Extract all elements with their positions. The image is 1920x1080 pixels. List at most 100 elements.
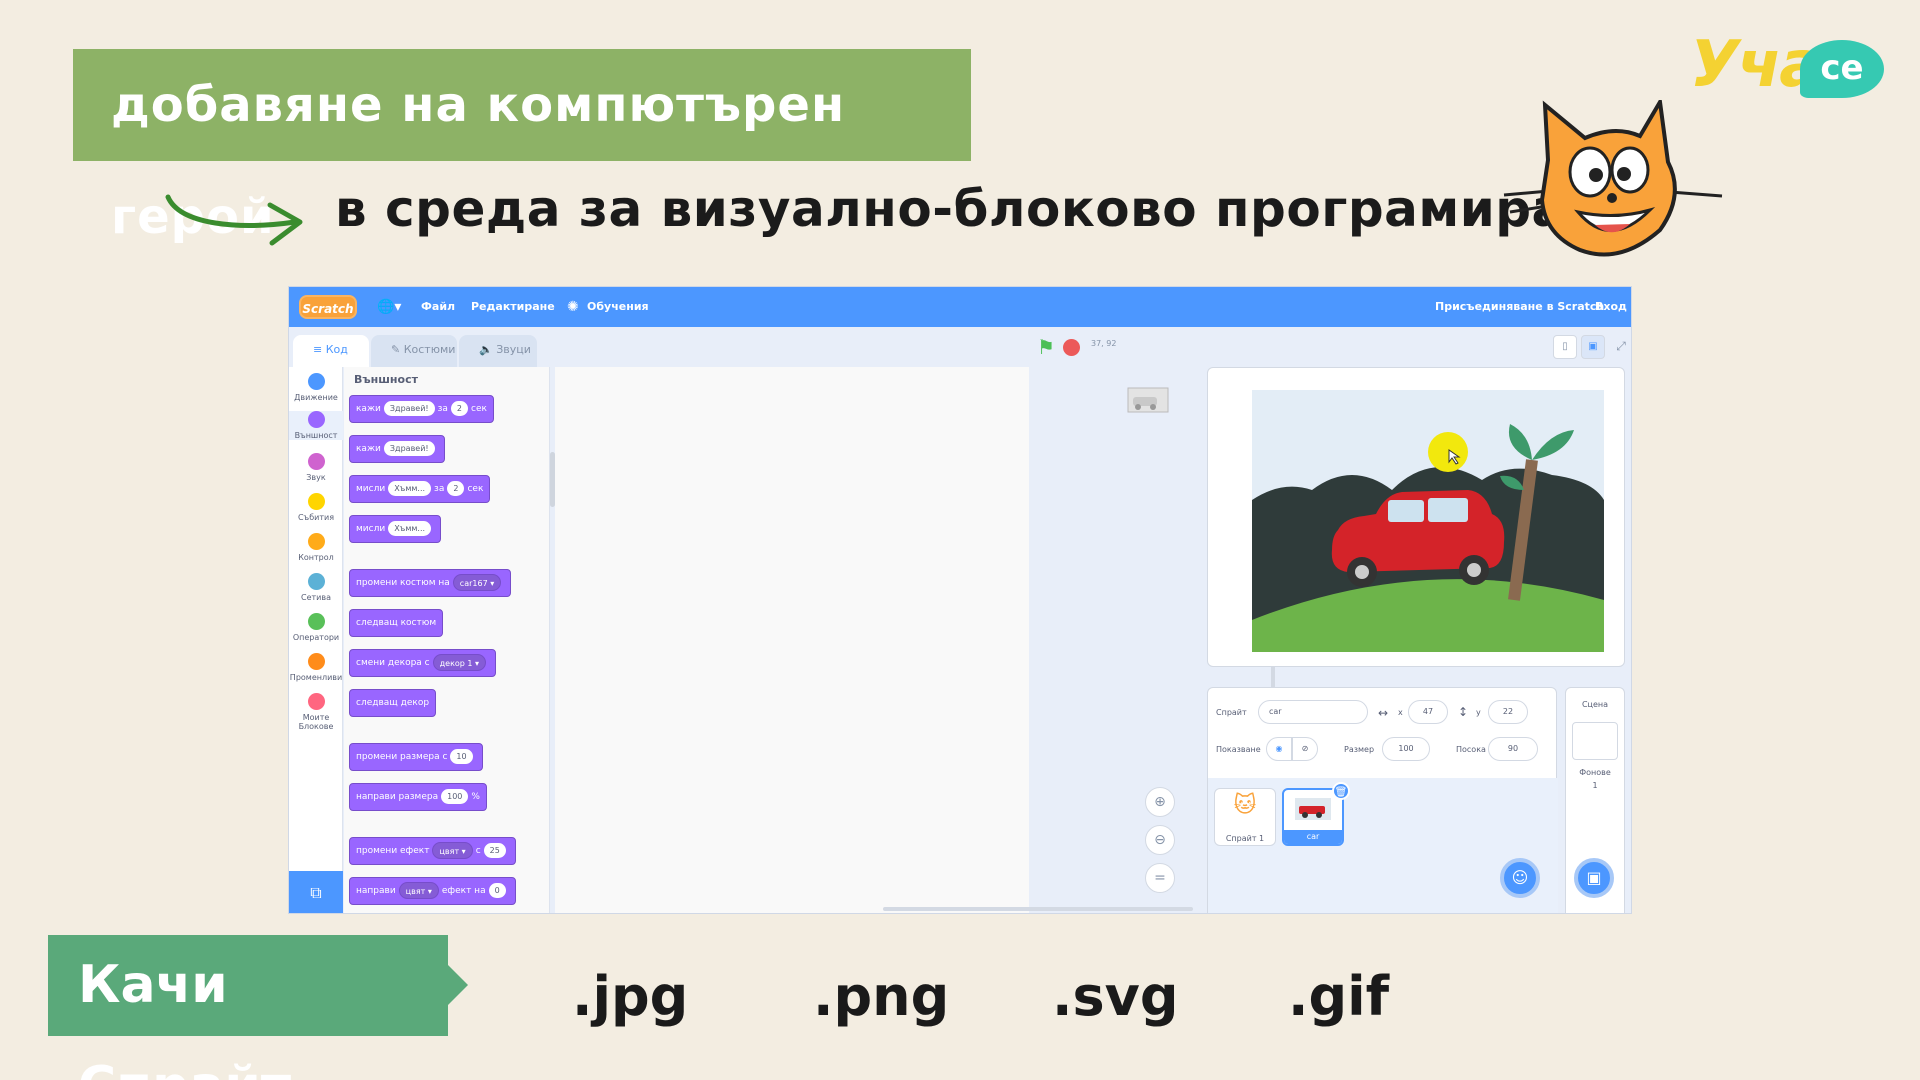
block-text: за [434,484,445,494]
block-input[interactable]: Здравей! [383,401,435,416]
zoom-out-button[interactable]: ⊖ [1145,825,1175,855]
brand-logo-badge: се [1800,40,1884,98]
zoom-reset-button[interactable]: = [1145,863,1175,893]
category-looks[interactable]: Външност [289,411,343,440]
block-switch-backdrop[interactable]: смени декора с декор 1 ▾ [349,649,497,677]
category-label: Движение [294,393,338,402]
palette-title: Външност [354,373,418,386]
block-switch-costume[interactable]: промени костюм на car167 ▾ [349,569,512,597]
block-dropdown[interactable]: цвят ▾ [398,882,439,899]
category-operators[interactable]: Оператори [289,613,343,642]
stage-thumbnail[interactable] [1572,722,1618,760]
category-sound[interactable]: Звук [289,453,343,482]
zoom-in-button[interactable]: ⊕ [1145,787,1175,817]
block-text: сек [471,404,487,414]
category-dot-icon [307,693,325,710]
globe-icon[interactable]: 🌐▾ [377,287,401,327]
size-input[interactable]: 100 [1382,737,1430,761]
sprite-preview-icon [1127,387,1169,413]
block-set-effect[interactable]: направи цвят ▾ ефект на 0 [349,877,516,905]
sprite-name-input[interactable]: car [1258,700,1368,724]
menu-tutorials[interactable]: Обучения [587,287,649,327]
menu-join[interactable]: Присъединяване в Scratch [1435,287,1604,327]
tab-sounds[interactable]: 🔈 Звуци [459,335,537,367]
stop-icon[interactable] [1063,339,1080,356]
sprite-thumb-cat[interactable]: 🐱 Спрайт 1 [1214,788,1276,846]
stage[interactable] [1207,367,1625,667]
zoom-out-icon: ⊖ [1154,832,1166,848]
large-stage-icon[interactable]: ▣ [1581,335,1605,359]
menu-edit[interactable]: Редактиране [471,287,555,327]
show-visible-icon[interactable]: ◉ [1266,737,1292,761]
block-text: смени декора с [356,658,430,668]
category-control[interactable]: Контрол [289,533,343,562]
category-label: Моите Блокове [298,713,334,731]
category-dot-icon [307,573,325,590]
block-think[interactable]: мисли Хъмм... [349,515,442,543]
show-hidden-icon[interactable]: ⊘ [1292,737,1318,761]
block-change-effect[interactable]: промени ефект цвят ▾ с 25 [349,837,516,865]
editor-tabs: ≡ Код ✎ Костюми 🔈 Звуци [289,327,1029,367]
brush-icon: ✎ [391,343,404,356]
choose-sprite-button[interactable]: ☺ [1500,858,1540,898]
menu-file[interactable]: Файл [421,287,455,327]
script-area[interactable] [555,367,1275,913]
backdrops-count: 1 [1592,781,1598,790]
x-position-input[interactable]: 47 [1408,700,1448,724]
green-flag-icon[interactable]: ⚑ [1037,335,1055,359]
stage-header: ⚑ 37, 92 ▯ ▣ ⤢ [1029,327,1631,367]
category-my-blocks[interactable]: Моите Блокове [289,693,343,731]
block-text: кажи [356,404,381,414]
menu-bar: Scratch 🌐▾ Файл Редактиране ✺ Обучения П… [289,287,1631,327]
small-stage-icon[interactable]: ▯ [1553,335,1577,359]
speaker-icon: 🔈 [479,343,497,356]
block-text: направи размера [356,792,439,802]
category-events[interactable]: Събития [289,493,343,522]
block-input[interactable]: Хъмм... [388,521,432,536]
lesson-subtitle: в среда за визуално-блоково програмиране [335,180,1636,238]
menu-signin[interactable]: Вход [1595,287,1627,327]
scratch-logo[interactable]: Scratch [299,295,357,319]
tab-code[interactable]: ≡ Код [293,335,369,367]
block-dropdown[interactable]: car167 ▾ [452,574,502,591]
fullscreen-icon[interactable]: ⤢ [1609,335,1631,359]
block-input[interactable]: 0 [488,883,506,898]
block-next-costume[interactable]: следващ костюм [349,609,444,637]
block-text: за [437,404,448,414]
block-set-size[interactable]: направи размера 100% [349,783,487,811]
x-arrows-icon: ↔ [1378,706,1389,720]
block-dropdown[interactable]: декор 1 ▾ [432,654,487,671]
block-say-for-secs[interactable]: кажи Здравей! за 2 сек [349,395,494,423]
block-input[interactable]: 10 [450,749,473,764]
trash-icon[interactable]: 🗑 [1332,782,1350,800]
sprite-thumb-car[interactable]: car 🗑 [1282,782,1350,846]
block-text: сек [467,484,484,494]
block-input[interactable]: 2 [450,401,469,416]
add-extension-button[interactable]: ⧉ [289,871,343,913]
block-input[interactable]: 2 [447,481,465,496]
tab-costumes[interactable]: ✎ Костюми [371,335,457,367]
block-change-size[interactable]: промени размера с 10 [349,743,483,771]
category-menu: Движение Външност Звук Събития Контрол С… [289,367,343,913]
category-dot-icon [307,613,325,630]
script-h-scrollbar[interactable] [883,907,1193,911]
choose-backdrop-button[interactable]: ▣ [1574,858,1614,898]
category-label: Събития [297,513,335,522]
direction-input[interactable]: 90 [1488,737,1538,761]
y-position-input[interactable]: 22 [1488,700,1528,724]
category-motion[interactable]: Движение [289,373,343,402]
stage-target-panel[interactable]: Сцена Фонове 1 ▣ [1565,687,1625,913]
block-say[interactable]: кажи Здравей! [349,435,445,463]
file-extension-svg: .svg [1052,965,1179,1028]
block-dropdown[interactable]: цвят ▾ [432,842,473,859]
block-input[interactable]: 100 [441,789,469,804]
block-think-for-secs[interactable]: мисли Хъмм... за 2 сек [349,475,491,503]
file-extension-gif: .gif [1288,965,1390,1028]
block-next-backdrop[interactable]: следващ декор [349,689,437,717]
block-input[interactable]: Здравей! [383,441,435,456]
category-sensing[interactable]: Сетива [289,573,343,602]
block-input[interactable]: Хъмм... [388,481,432,496]
category-dot-icon [307,533,325,550]
category-variables[interactable]: Променливи [289,653,343,682]
block-input[interactable]: 25 [483,843,506,858]
